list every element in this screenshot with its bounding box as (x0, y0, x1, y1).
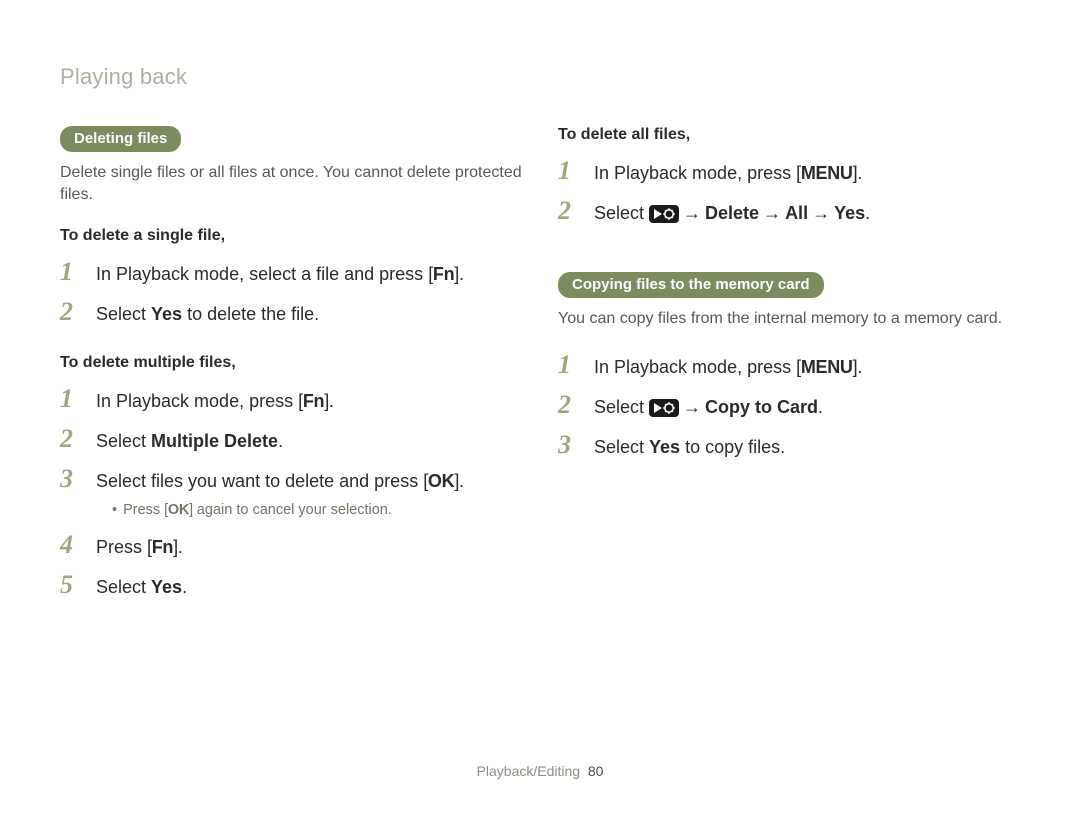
step-number: 4 (60, 532, 82, 558)
deleting-intro: Delete single files or all files at once… (60, 162, 522, 205)
step-multiple-1: 1 In Playback mode, press Fn. (60, 386, 522, 414)
bullet-icon: • (112, 502, 117, 518)
step-number: 2 (60, 299, 82, 325)
step-number: 1 (558, 158, 580, 184)
menu-key: MENU (796, 161, 857, 186)
play-gear-icon (653, 207, 675, 221)
step-multiple-5: 5 Select Yes. (60, 572, 522, 600)
step-body: Select Yes. (96, 575, 187, 600)
ok-key: OK (164, 502, 193, 518)
step-single-1: 1 In Playback mode, select a file and pr… (60, 259, 522, 287)
step-number: 1 (558, 352, 580, 378)
step-multiple-3: 3 Select files you want to delete and pr… (60, 466, 522, 494)
menu-key: MENU (796, 355, 857, 380)
step-single-2: 2 Select Yes to delete the file. (60, 299, 522, 327)
fn-key: Fn (428, 262, 459, 287)
step-number: 2 (558, 198, 580, 224)
spacer (558, 252, 1020, 272)
play-gear-icon (653, 401, 675, 415)
steps-multiple: 1 In Playback mode, press Fn. 2 Select M… (60, 386, 522, 601)
step-all-1: 1 In Playback mode, press MENU. (558, 158, 1020, 186)
step-body: Press Fn. (96, 535, 183, 560)
page-header: Playing back (60, 64, 1020, 90)
step-body: Select Multiple Delete. (96, 429, 283, 454)
step-all-2: 2 Select (558, 198, 1020, 226)
step-number: 3 (558, 432, 580, 458)
page-footer: Playback/Editing 80 (0, 763, 1080, 779)
fn-key: Fn (298, 389, 329, 414)
step-body: Select files you want to delete and pres… (96, 469, 464, 494)
step-body: Select (594, 201, 870, 226)
step-multiple-2: 2 Select Multiple Delete. (60, 426, 522, 454)
copy-intro: You can copy files from the internal mem… (558, 308, 1020, 330)
steps-single: 1 In Playback mode, select a file and pr… (60, 259, 522, 327)
step-copy-1: 1 In Playback mode, press MENU. (558, 352, 1020, 380)
step-body: In Playback mode, press MENU. (594, 161, 862, 186)
subhead-delete-all: To delete all files, (558, 126, 1020, 144)
step-multiple-4: 4 Press Fn. (60, 532, 522, 560)
subhead-multiple: To delete multiple files, (60, 354, 522, 372)
content-columns: Deleting files Delete single files or al… (60, 126, 1020, 627)
step-copy-2: 2 Select (558, 392, 1020, 420)
manual-page: Playing back Deleting files Delete singl… (0, 0, 1080, 815)
step-body: In Playback mode, press Fn. (96, 389, 334, 414)
step-body: In Playback mode, press MENU. (594, 355, 862, 380)
subhead-single: To delete a single file, (60, 227, 522, 245)
step-number: 1 (60, 386, 82, 412)
step-multiple-3-note: •Press OK again to cancel your selection… (112, 502, 522, 518)
playback-settings-icon (649, 205, 679, 223)
fn-key: Fn (147, 535, 178, 560)
playback-settings-icon (649, 399, 679, 417)
section-pill-deleting: Deleting files (60, 126, 181, 152)
step-body: Select Yes to delete the file. (96, 302, 319, 327)
step-number: 5 (60, 572, 82, 598)
step-number: 3 (60, 466, 82, 492)
step-body: Select Yes to copy files. (594, 435, 785, 460)
steps-delete-all: 1 In Playback mode, press MENU. 2 Select (558, 158, 1020, 226)
step-number: 1 (60, 259, 82, 285)
left-column: Deleting files Delete single files or al… (60, 126, 522, 627)
steps-copy: 1 In Playback mode, press MENU. 2 Select (558, 352, 1020, 461)
ok-key: OK (423, 469, 459, 494)
step-number: 2 (60, 426, 82, 452)
step-copy-3: 3 Select Yes to copy files. (558, 432, 1020, 460)
right-column: To delete all files, 1 In Playback mode,… (558, 126, 1020, 627)
step-number: 2 (558, 392, 580, 418)
footer-section: Playback/Editing (477, 763, 581, 779)
step-body: Select (594, 395, 823, 420)
section-pill-copy: Copying files to the memory card (558, 272, 824, 298)
step-body: In Playback mode, select a file and pres… (96, 262, 464, 287)
footer-page-number: 80 (588, 763, 604, 779)
